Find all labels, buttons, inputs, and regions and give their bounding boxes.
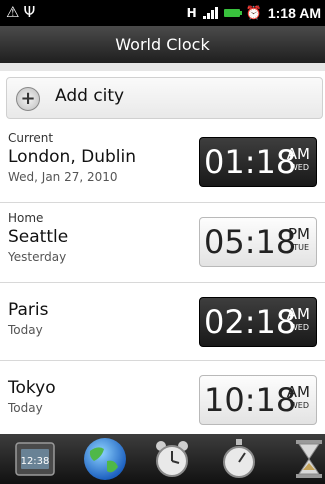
tab-stopwatch[interactable]: [214, 437, 264, 481]
alarm-icon: ⏰: [245, 5, 262, 21]
clock-day: TUE: [293, 243, 309, 252]
clock-row-text: Current London, Dublin Wed, Jan 27, 2010: [8, 131, 136, 186]
clock-display: 10:18 AM WED: [199, 375, 317, 425]
clock-tag: Home: [8, 211, 44, 225]
warning-icon: ⚠: [6, 3, 24, 21]
add-city-button[interactable]: + Add city: [6, 77, 323, 119]
clock-date: Today: [8, 401, 43, 415]
tab-world-clock[interactable]: [80, 437, 130, 481]
clock-day: WED: [289, 401, 309, 410]
clock-row-seattle[interactable]: Home Seattle Yesterday 05:18 PM TUE: [0, 203, 325, 283]
clock-row-paris[interactable]: Paris Today 02:18 AM WED: [0, 283, 325, 361]
add-city-row: + Add city: [0, 63, 325, 123]
clock-ampm: AM: [286, 305, 310, 323]
clock-city: Paris: [8, 300, 49, 320]
clock-city: Seattle: [8, 227, 69, 247]
plus-icon: +: [16, 87, 40, 111]
status-left-icons: ⚠Ψ: [6, 3, 39, 21]
clock-tag: Current: [8, 131, 54, 145]
clock-city: Tokyo: [8, 378, 56, 398]
clock-date: Wed, Jan 27, 2010: [8, 170, 118, 184]
clock-row-london[interactable]: Current London, Dublin Wed, Jan 27, 2010…: [0, 123, 325, 203]
status-bar: ⚠Ψ H ⏰ 1:18 AM: [0, 0, 325, 26]
clock-ampm: AM: [286, 383, 310, 401]
clock-city: London, Dublin: [8, 147, 136, 167]
tab-bar: 12:38: [0, 434, 325, 484]
clock-display: 05:18 PM TUE: [199, 217, 317, 267]
clock-ampm: AM: [286, 145, 310, 163]
alarm-clock-icon: [156, 441, 188, 477]
add-city-label: Add city: [55, 86, 125, 106]
globe-icon: [84, 438, 126, 480]
battery-icon: [223, 9, 242, 17]
tab-desk-clock[interactable]: 12:38: [12, 437, 62, 481]
tab-alarms[interactable]: [147, 437, 197, 481]
clock-time: 10:18: [204, 381, 297, 419]
usb-icon: Ψ: [23, 3, 40, 21]
clock-ampm: PM: [288, 225, 310, 243]
clock-date: Yesterday: [8, 250, 67, 264]
clock-display: 02:18 AM WED: [199, 297, 317, 347]
stopwatch-icon: [223, 439, 255, 478]
hourglass-icon: [296, 440, 322, 478]
clock-time: 05:18: [204, 223, 297, 261]
desk-clock-icon: 12:38: [15, 442, 55, 476]
clock-row-text: Paris Today: [8, 291, 48, 339]
clock-row-tokyo[interactable]: Tokyo Today 10:18 AM WED: [0, 361, 325, 434]
tab-timer[interactable]: [282, 437, 325, 481]
clock-time: 01:18: [204, 143, 297, 181]
clock-date: Today: [8, 323, 43, 337]
svg-text:12:38: 12:38: [21, 456, 50, 467]
network-type-icon: H: [186, 6, 197, 20]
page-title: World Clock: [0, 26, 325, 63]
signal-icon: [202, 7, 218, 19]
clock-day: WED: [289, 163, 309, 172]
status-time: 1:18 AM: [267, 5, 321, 21]
clock-display: 01:18 AM WED: [199, 137, 317, 187]
clock-day: WED: [289, 323, 309, 332]
clock-list: Current London, Dublin Wed, Jan 27, 2010…: [0, 123, 325, 434]
clock-row-text: Tokyo Today: [8, 369, 56, 417]
status-right-icons: H ⏰ 1:18 AM: [187, 4, 321, 22]
clock-time: 02:18: [204, 303, 297, 341]
clock-row-text: Home Seattle Yesterday: [8, 211, 68, 266]
